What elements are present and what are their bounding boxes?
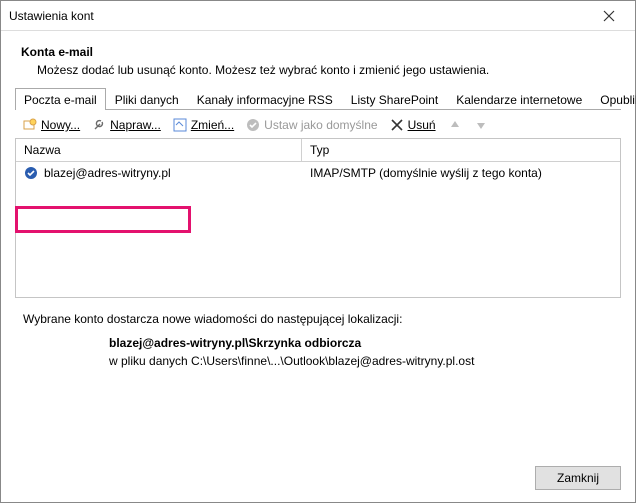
repair-icon bbox=[92, 118, 106, 132]
section-header: Konta e-mail Możesz dodać lub usunąć kon… bbox=[1, 31, 635, 87]
arrow-up-icon bbox=[448, 118, 462, 132]
close-dialog-button[interactable]: Zamknij bbox=[535, 466, 621, 490]
window-title: Ustawienia kont bbox=[9, 9, 603, 23]
account-settings-window: Ustawienia kont Konta e-mail Możesz doda… bbox=[0, 0, 636, 503]
delivery-location: blazej@adres-witryny.pl\Skrzynka odbiorc… bbox=[109, 336, 613, 350]
change-button[interactable]: Zmień... bbox=[173, 118, 234, 132]
change-icon bbox=[173, 118, 187, 132]
account-name: blazej@adres-witryny.pl bbox=[44, 166, 171, 180]
tab-sharepoint[interactable]: Listy SharePoint bbox=[342, 88, 447, 110]
repair-button[interactable]: Napraw... bbox=[92, 118, 161, 132]
section-heading: Konta e-mail bbox=[21, 45, 615, 59]
tabs: Poczta e-mail Pliki danych Kanały inform… bbox=[15, 87, 621, 110]
delivery-path: w pliku danych C:\Users\finne\...\Outloo… bbox=[109, 354, 613, 368]
remove-label: Usuń bbox=[408, 118, 436, 132]
list-header: Nazwa Typ bbox=[16, 139, 620, 162]
tab-data-files[interactable]: Pliki danych bbox=[106, 88, 188, 110]
titlebar: Ustawienia kont bbox=[1, 1, 635, 31]
change-label: Zmień... bbox=[191, 118, 234, 132]
checkmark-icon bbox=[246, 118, 260, 132]
new-button[interactable]: Nowy... bbox=[23, 118, 80, 132]
account-type: IMAP/SMTP (domyślnie wyślij z tego konta… bbox=[302, 162, 620, 184]
repair-label: Napraw... bbox=[110, 118, 161, 132]
accounts-list: Nazwa Typ blazej@adres-witryny.pl IMAP/S… bbox=[15, 138, 621, 298]
tab-rss[interactable]: Kanały informacyjne RSS bbox=[188, 88, 342, 110]
move-down-button bbox=[474, 118, 488, 132]
remove-icon bbox=[390, 118, 404, 132]
column-type[interactable]: Typ bbox=[302, 139, 620, 161]
close-button[interactable] bbox=[603, 10, 627, 22]
move-up-button bbox=[448, 118, 462, 132]
new-icon bbox=[23, 118, 37, 132]
set-default-button: Ustaw jako domyślne bbox=[246, 118, 377, 132]
tab-email[interactable]: Poczta e-mail bbox=[15, 88, 106, 110]
toolbar: Nowy... Napraw... Zmień... Ustaw jako do… bbox=[15, 112, 621, 138]
table-row[interactable]: blazej@adres-witryny.pl IMAP/SMTP (domyś… bbox=[16, 162, 620, 184]
footer: Zamknij bbox=[535, 466, 621, 490]
new-label: Nowy... bbox=[41, 118, 80, 132]
remove-button[interactable]: Usuń bbox=[390, 118, 436, 132]
delivery-section: Wybrane konto dostarcza nowe wiadomości … bbox=[23, 312, 613, 368]
delivery-intro: Wybrane konto dostarcza nowe wiadomości … bbox=[23, 312, 613, 326]
arrow-down-icon bbox=[474, 118, 488, 132]
column-name[interactable]: Nazwa bbox=[16, 139, 302, 161]
section-description: Możesz dodać lub usunąć konto. Możesz te… bbox=[21, 63, 615, 77]
tab-published[interactable]: Opublikowa bbox=[591, 88, 636, 110]
tab-internet-calendars[interactable]: Kalendarze internetowe bbox=[447, 88, 591, 110]
default-account-icon bbox=[24, 166, 38, 180]
set-default-label: Ustaw jako domyślne bbox=[264, 118, 377, 132]
